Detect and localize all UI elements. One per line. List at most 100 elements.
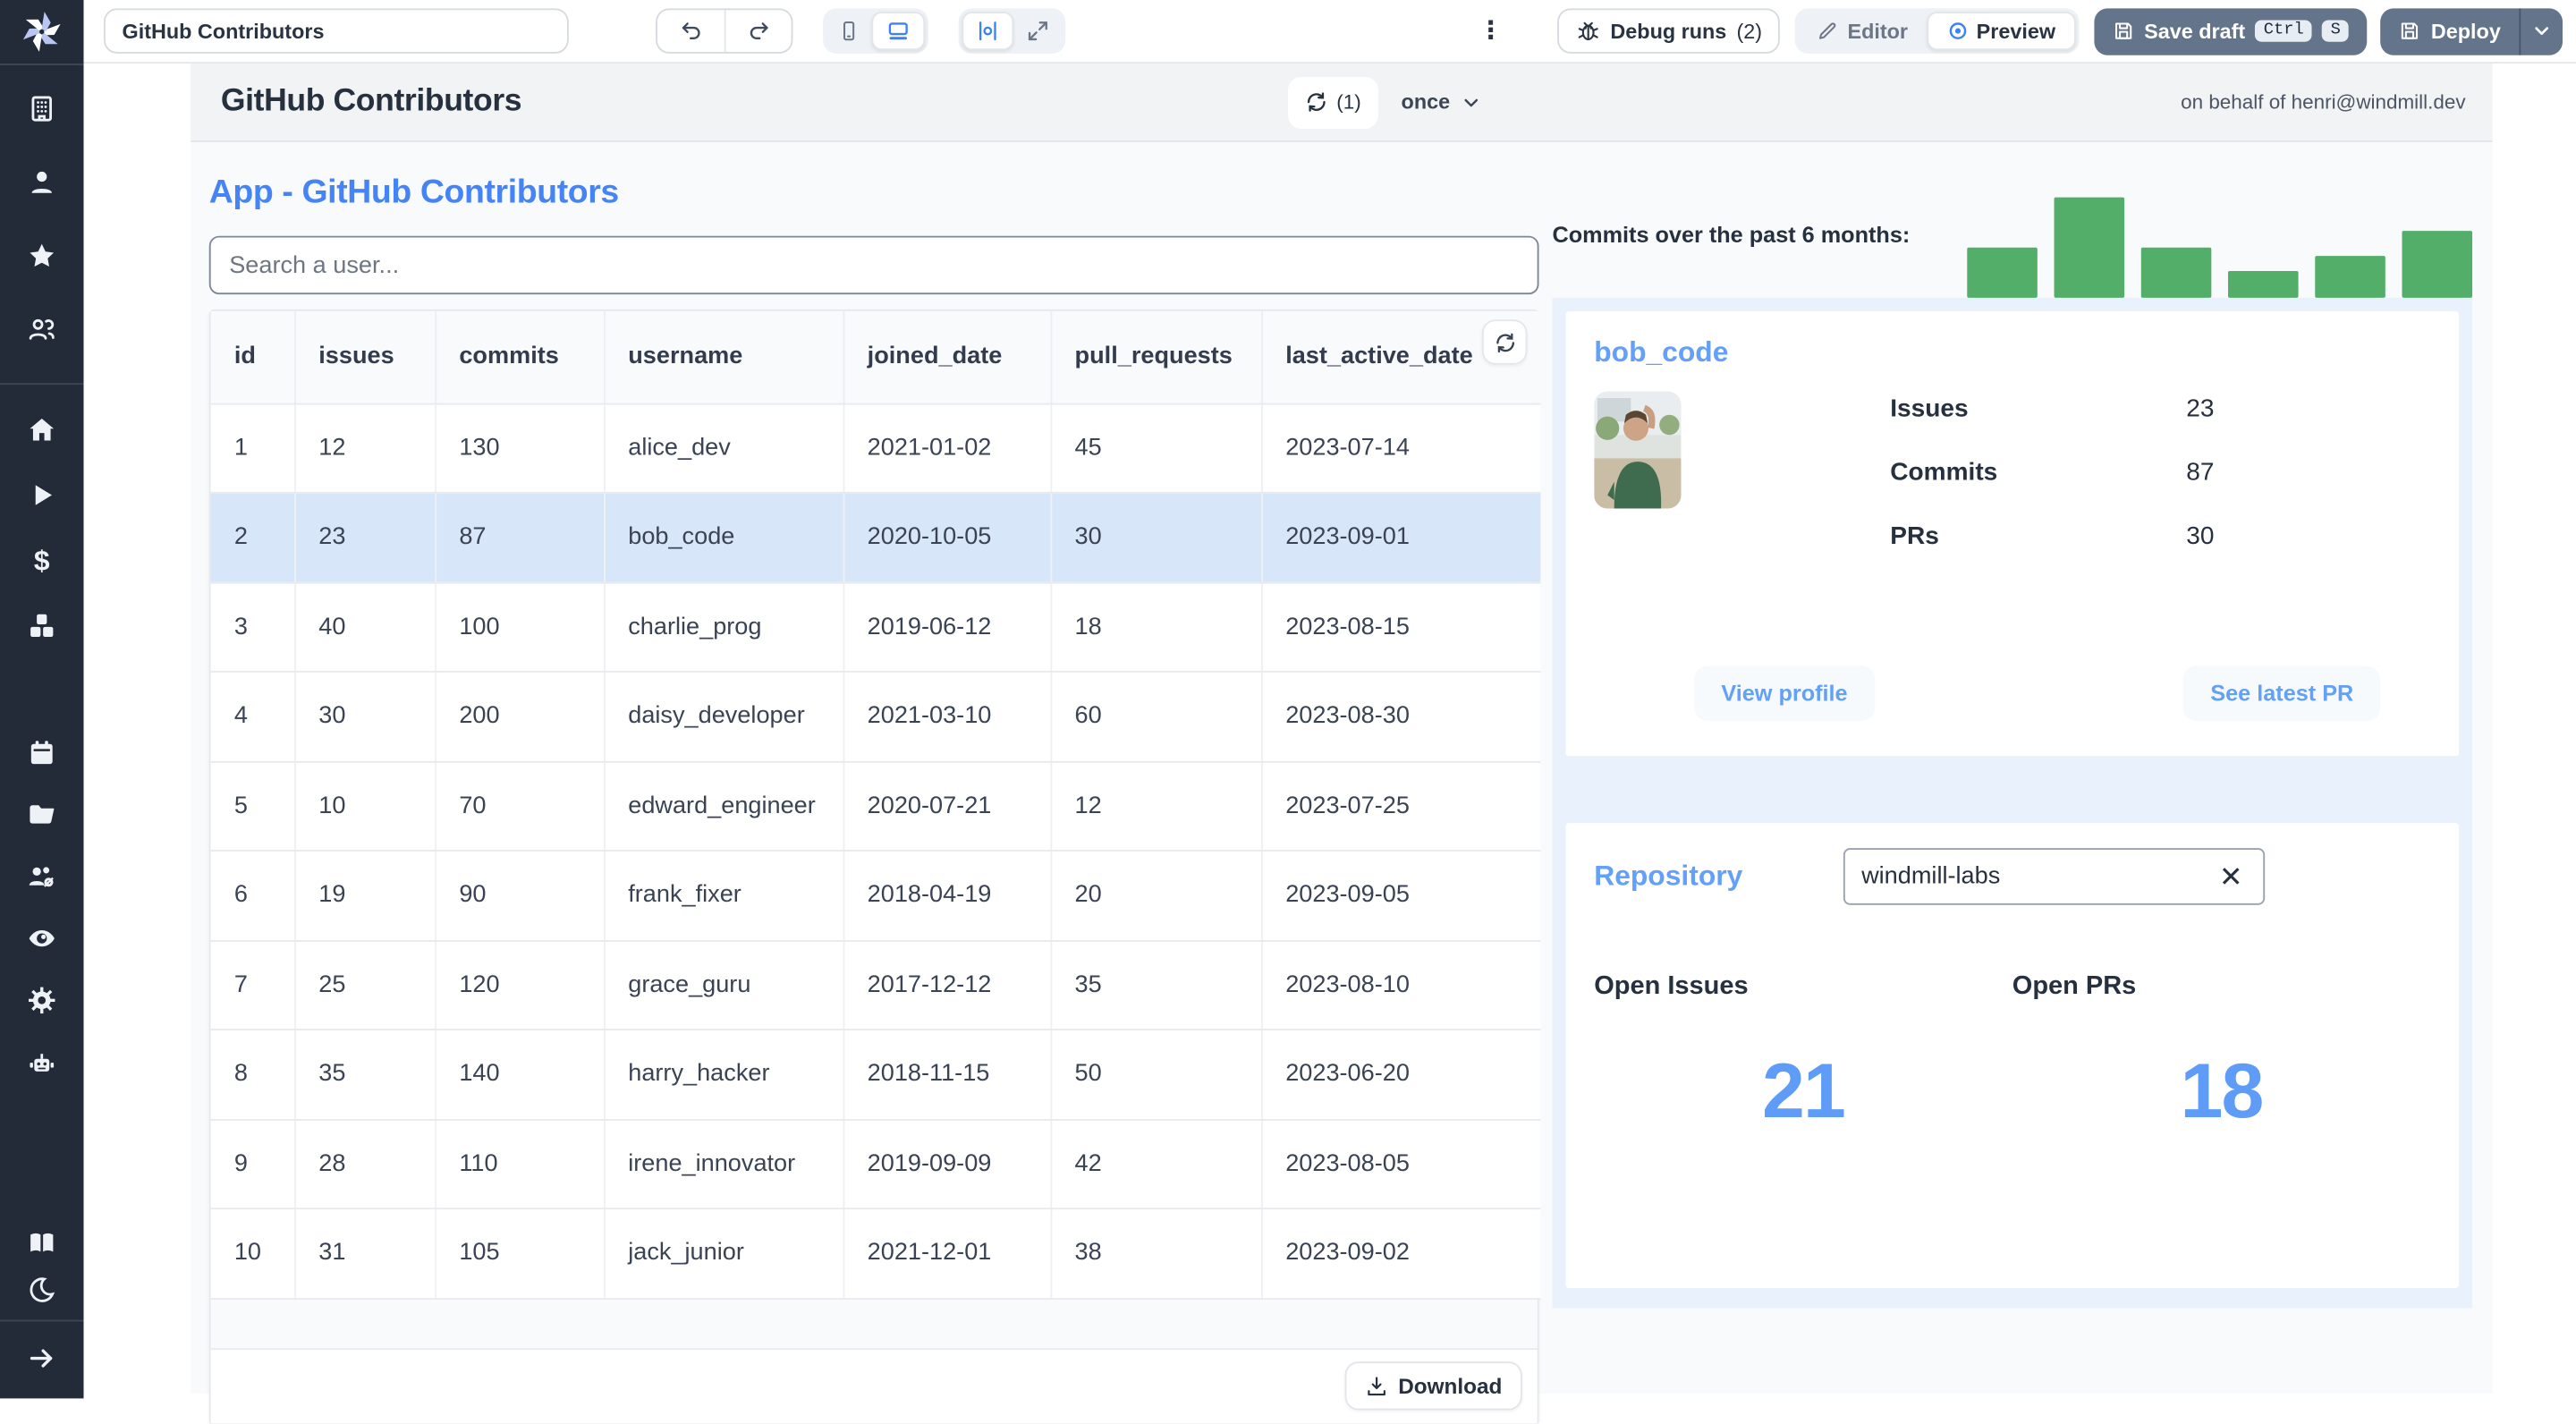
table-cell[interactable]: 40 <box>294 581 436 673</box>
table-cell[interactable]: 5 <box>210 760 296 852</box>
download-button[interactable]: Download <box>1344 1361 1522 1411</box>
table-cell[interactable]: 38 <box>1050 1208 1263 1300</box>
table-cell[interactable]: 2023-06-20 <box>1261 1030 1541 1121</box>
table-cell[interactable]: 2018-04-19 <box>843 850 1052 941</box>
folder-icon[interactable] <box>0 798 84 831</box>
table-cell[interactable]: 2017-12-12 <box>843 940 1052 1030</box>
table-cell[interactable]: jack_junior <box>604 1208 844 1300</box>
editor-tab[interactable]: Editor <box>1799 12 1926 50</box>
table-cell[interactable]: 2023-08-05 <box>1261 1119 1541 1210</box>
user-icon[interactable] <box>0 165 84 199</box>
table-cell[interactable]: 35 <box>294 1030 436 1121</box>
table-cell[interactable]: alice_dev <box>604 403 844 494</box>
table-cell[interactable]: 2023-09-05 <box>1261 850 1541 941</box>
table-cell[interactable]: 12 <box>294 403 436 494</box>
table-row[interactable]: 10 31 105 jack_junior 2021-12-01 38 2023-09-02 <box>210 1208 1541 1300</box>
users-icon[interactable] <box>0 313 84 346</box>
table-cell[interactable]: 2023-07-14 <box>1261 403 1541 494</box>
table-row[interactable]: 7 25 120 grace_guru 2017-12-12 35 2023-08-10 <box>210 940 1541 1030</box>
clear-icon[interactable]: ✕ <box>2216 862 2246 891</box>
table-cell[interactable]: 7 <box>210 940 296 1030</box>
table-cell[interactable]: 2 <box>210 492 296 583</box>
deploy-button[interactable]: Deploy <box>2381 7 2520 54</box>
table-row[interactable]: 3 40 100 charlie_prog 2019-06-12 18 2023-08-15 <box>210 581 1541 673</box>
table-cell[interactable]: 42 <box>1050 1119 1263 1210</box>
dollar-icon[interactable]: $ <box>0 544 84 577</box>
table-cell[interactable]: 25 <box>294 940 436 1030</box>
table-cell[interactable]: 2023-08-10 <box>1261 940 1541 1030</box>
home-icon[interactable] <box>0 413 84 446</box>
table-cell[interactable]: 20 <box>1050 850 1263 941</box>
star-icon[interactable] <box>0 239 84 272</box>
table-cell[interactable]: 8 <box>210 1030 296 1121</box>
see-latest-pr-button[interactable]: See latest PR <box>2183 665 2381 722</box>
table-cell[interactable]: 50 <box>1050 1030 1263 1121</box>
table-cell[interactable]: 2023-09-01 <box>1261 492 1541 583</box>
align-center-button[interactable] <box>962 12 1014 51</box>
table-cell[interactable]: 2023-08-15 <box>1261 581 1541 673</box>
column-header[interactable]: pull_requests <box>1050 310 1263 404</box>
table-cell[interactable]: 9 <box>210 1119 296 1210</box>
table-cell[interactable]: 30 <box>294 671 436 762</box>
table-cell[interactable]: 35 <box>1050 940 1263 1030</box>
table-cell[interactable]: grace_guru <box>604 940 844 1030</box>
table-cell[interactable]: 110 <box>435 1119 606 1210</box>
windmill-logo-icon[interactable] <box>0 0 84 64</box>
table-row[interactable]: 6 19 90 frank_fixer 2018-04-19 20 2023-09-05 <box>210 850 1541 941</box>
column-header[interactable]: id <box>210 310 296 404</box>
expand-button[interactable] <box>1013 12 1062 50</box>
table-cell[interactable]: 45 <box>1050 403 1263 494</box>
table-cell[interactable]: 2023-08-30 <box>1261 671 1541 762</box>
table-cell[interactable]: 87 <box>435 492 606 583</box>
undo-button[interactable] <box>657 10 724 52</box>
table-cell[interactable]: 2021-01-02 <box>843 403 1052 494</box>
column-header[interactable]: issues <box>294 310 436 404</box>
table-row[interactable]: 2 23 87 bob_code 2020-10-05 30 2023-09-01 <box>210 492 1541 583</box>
table-cell[interactable]: irene_innovator <box>604 1119 844 1210</box>
table-cell[interactable]: 100 <box>435 581 606 673</box>
table-cell[interactable]: 2023-07-25 <box>1261 760 1541 852</box>
table-cell[interactable]: 2019-09-09 <box>843 1119 1052 1210</box>
table-cell[interactable]: 31 <box>294 1208 436 1300</box>
moon-icon[interactable] <box>0 1274 84 1307</box>
search-input[interactable] <box>208 235 1539 295</box>
redo-button[interactable] <box>724 10 792 52</box>
table-cell[interactable]: 120 <box>435 940 606 1030</box>
book-icon[interactable] <box>0 1227 84 1260</box>
column-header[interactable]: commits <box>435 310 606 404</box>
schedule-dropdown[interactable]: once <box>1402 90 1482 114</box>
table-cell[interactable]: 1 <box>210 403 296 494</box>
gear-icon[interactable] <box>0 984 84 1017</box>
table-cell[interactable]: harry_hacker <box>604 1030 844 1121</box>
eye-icon[interactable] <box>0 921 84 954</box>
robot-icon[interactable] <box>0 1047 84 1081</box>
column-header[interactable]: username <box>604 310 844 404</box>
table-refresh-button[interactable] <box>1481 319 1528 365</box>
debug-runs-button[interactable]: Debug runs (2) <box>1556 8 1781 54</box>
table-cell[interactable]: 2021-03-10 <box>843 671 1052 762</box>
table-cell[interactable]: 2020-10-05 <box>843 492 1052 583</box>
table-cell[interactable]: 10 <box>294 760 436 852</box>
table-cell[interactable]: daisy_developer <box>604 671 844 762</box>
table-cell[interactable]: 18 <box>1050 581 1263 673</box>
users-gear-icon[interactable] <box>0 860 84 893</box>
table-cell[interactable]: 28 <box>294 1119 436 1210</box>
table-cell[interactable]: charlie_prog <box>604 581 844 673</box>
table-cell[interactable]: 2021-12-01 <box>843 1208 1052 1300</box>
table-cell[interactable]: 105 <box>435 1208 606 1300</box>
table-row[interactable]: 1 12 130 alice_dev 2021-01-02 45 2023-07-14 <box>210 403 1541 494</box>
table-cell[interactable]: 90 <box>435 850 606 941</box>
table-cell[interactable]: 2023-09-02 <box>1261 1208 1541 1300</box>
mobile-view-button[interactable] <box>826 12 871 50</box>
cubes-icon[interactable] <box>0 609 84 642</box>
table-cell[interactable]: 19 <box>294 850 436 941</box>
table-row[interactable]: 5 10 70 edward_engineer 2020-07-21 12 2023-07-… <box>210 760 1541 852</box>
save-draft-button[interactable]: Save draft Ctrl S <box>2094 7 2368 55</box>
table-cell[interactable]: 130 <box>435 403 606 494</box>
table-cell[interactable]: edward_engineer <box>604 760 844 852</box>
table-cell[interactable]: frank_fixer <box>604 850 844 941</box>
arrow-right-icon[interactable] <box>0 1343 84 1376</box>
app-refresh-button[interactable]: (1) <box>1288 76 1378 129</box>
preview-tab[interactable]: Preview <box>1926 12 2076 51</box>
table-cell[interactable]: 60 <box>1050 671 1263 762</box>
